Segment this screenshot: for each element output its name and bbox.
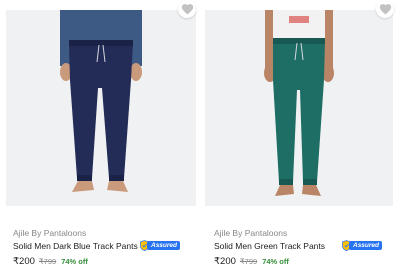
product-brand: Ajile By Pantaloons (13, 228, 87, 238)
assured-label: Assured (349, 241, 383, 250)
product-card[interactable]: Ajile By Pantaloons Solid Men Green Trac… (205, 0, 400, 272)
assured-label: Assured (147, 241, 181, 250)
product-brand: Ajile By Pantaloons (214, 228, 288, 238)
product-title[interactable]: Solid Men Green Track Pants (214, 241, 325, 251)
product-grid: Ajile By Pantaloons Solid Men Dark Blue … (0, 0, 400, 272)
model-figure (264, 10, 334, 196)
original-price: ₹799 (38, 257, 57, 266)
discount-label: 74% off (262, 257, 289, 266)
model-figure (60, 10, 142, 192)
price-row: ₹200 ₹799 74% off (13, 256, 88, 267)
wishlist-heart-icon[interactable] (376, 0, 394, 18)
assured-badge: Assured (140, 240, 181, 251)
original-price: ₹799 (239, 257, 258, 266)
wishlist-heart-icon[interactable] (178, 0, 196, 18)
selling-price: ₹200 (214, 256, 236, 267)
discount-label: 74% off (61, 257, 88, 266)
selling-price: ₹200 (13, 256, 35, 267)
product-image[interactable] (6, 10, 196, 206)
price-row: ₹200 ₹799 74% off (214, 256, 289, 267)
product-image[interactable] (205, 10, 393, 206)
product-title[interactable]: Solid Men Dark Blue Track Pants (13, 241, 138, 251)
assured-badge: Assured (342, 240, 383, 251)
product-card[interactable]: Ajile By Pantaloons Solid Men Dark Blue … (6, 0, 202, 272)
